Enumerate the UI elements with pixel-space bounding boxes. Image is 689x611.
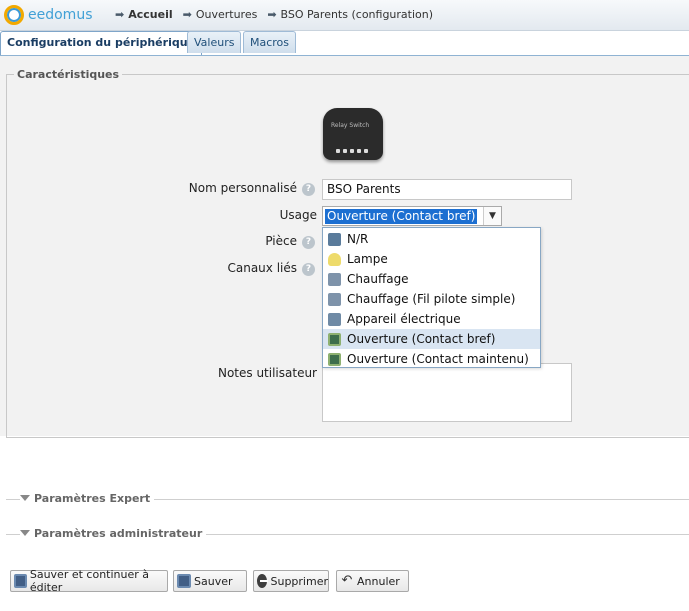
option-label: Appareil électrique <box>347 312 461 326</box>
usage-option-chauffage[interactable]: Chauffage <box>323 269 540 289</box>
arrow-right-icon: ➡ <box>182 8 192 21</box>
tab-bar: Configuration du périphérique Valeurs Ma… <box>0 31 689 56</box>
section-admin-title[interactable]: Paramètres administrateur <box>20 527 207 540</box>
logo-ring-icon <box>4 5 24 25</box>
device-pin <box>336 149 340 153</box>
usage-option-ouverture-maintenu[interactable]: Ouverture (Contact maintenu) <box>323 349 540 369</box>
breadcrumb-item-current: BSO Parents (configuration) <box>280 8 434 21</box>
option-label: Lampe <box>347 252 388 266</box>
triangle-down-icon <box>20 495 30 501</box>
device-image-label: Relay Switch <box>331 122 370 129</box>
top-bar: eedomus ➡ Accueil ➡ Ouvertures ➡ BSO Par… <box>0 0 689 31</box>
heater-icon <box>328 272 341 286</box>
help-icon[interactable]: ? <box>302 183 315 196</box>
save-button[interactable]: Sauver <box>173 570 247 592</box>
piece-label: Pièce <box>265 234 297 248</box>
option-label: Chauffage (Fil pilote simple) <box>347 292 516 306</box>
linked-channels-label: Canaux liés <box>227 261 297 275</box>
usage-option-lampe[interactable]: Lampe <box>323 249 540 269</box>
device-pin <box>364 149 368 153</box>
triangle-down-icon <box>20 530 30 536</box>
heater-icon <box>328 292 341 306</box>
breadcrumb-item-accueil[interactable]: Accueil <box>128 8 172 21</box>
cancel-button[interactable]: ↶ Annuler <box>336 570 409 592</box>
usage-option-nr[interactable]: N/R <box>323 229 540 249</box>
usage-option-ouverture-bref[interactable]: Ouverture (Contact bref) <box>323 329 540 349</box>
section-expert-title[interactable]: Paramètres Expert <box>20 492 155 505</box>
help-icon[interactable]: ? <box>302 236 315 249</box>
floppy-disk-icon <box>177 574 191 588</box>
tab-macros[interactable]: Macros <box>243 31 297 53</box>
option-label: Ouverture (Contact bref) <box>347 332 496 346</box>
option-label: Ouverture (Contact maintenu) <box>347 352 529 366</box>
floppy-disk-icon <box>14 574 27 588</box>
chevron-down-icon[interactable]: ▼ <box>483 207 501 225</box>
lamp-icon <box>328 252 341 266</box>
delete-button[interactable]: Supprimer <box>253 570 329 592</box>
cancel-label: Annuler <box>357 574 400 588</box>
save-and-continue-label: Sauver et continuer à éditer <box>29 568 150 594</box>
usage-select[interactable]: Ouverture (Contact bref) ▼ <box>322 206 502 226</box>
plug-icon <box>328 312 341 326</box>
usage-dropdown-list[interactable]: N/R Lampe Chauffage Chauffage (Fil pilot… <box>322 227 541 368</box>
arrow-right-icon: ➡ <box>115 8 125 21</box>
arrow-right-icon: ➡ <box>267 8 277 21</box>
usage-option-chauffage-fil-pilote[interactable]: Chauffage (Fil pilote simple) <box>323 289 540 309</box>
save-label: Sauver <box>194 574 233 588</box>
device-pin <box>350 149 354 153</box>
eedomus-logo[interactable]: eedomus <box>4 4 92 26</box>
section-expert-params[interactable]: Paramètres Expert <box>6 492 689 506</box>
tab-configuration[interactable]: Configuration du périphérique <box>0 31 203 55</box>
na-icon <box>328 232 341 246</box>
notes-textarea[interactable] <box>322 363 572 422</box>
name-label: Nom personnalisé <box>188 181 297 195</box>
save-and-continue-button[interactable]: Sauver et continuer à éditer <box>10 568 168 594</box>
opening-icon <box>328 352 341 366</box>
device-pin <box>357 149 361 153</box>
delete-label: Supprimer <box>270 574 328 588</box>
breadcrumb-item-ouvertures[interactable]: Ouvertures <box>196 8 258 21</box>
tab-valeurs[interactable]: Valeurs <box>187 31 242 53</box>
name-input[interactable]: BSO Parents <box>322 179 572 200</box>
minus-circle-icon <box>257 574 269 588</box>
option-label: N/R <box>347 232 369 246</box>
usage-selected-value: Ouverture (Contact bref) <box>325 209 478 224</box>
help-icon[interactable]: ? <box>302 263 315 276</box>
section-expert-label: Paramètres Expert <box>34 492 151 505</box>
notes-label: Notes utilisateur <box>217 366 317 380</box>
device-image: Relay Switch <box>323 108 383 160</box>
logo-text: eedomus <box>28 7 93 23</box>
device-pin <box>343 149 347 153</box>
section-title: Caractéristiques <box>14 68 123 81</box>
breadcrumb: ➡ Accueil ➡ Ouvertures ➡ BSO Parents (co… <box>115 8 443 21</box>
opening-icon <box>328 332 341 346</box>
section-admin-label: Paramètres administrateur <box>34 527 203 540</box>
main-panel: Caractéristiques Relay Switch Nom person… <box>0 56 689 438</box>
section-admin-params[interactable]: Paramètres administrateur <box>6 527 689 541</box>
usage-option-appareil-electrique[interactable]: Appareil électrique <box>323 309 540 329</box>
option-label: Chauffage <box>347 272 409 286</box>
usage-label: Usage <box>279 208 317 222</box>
undo-arrow-icon: ↶ <box>341 573 353 588</box>
